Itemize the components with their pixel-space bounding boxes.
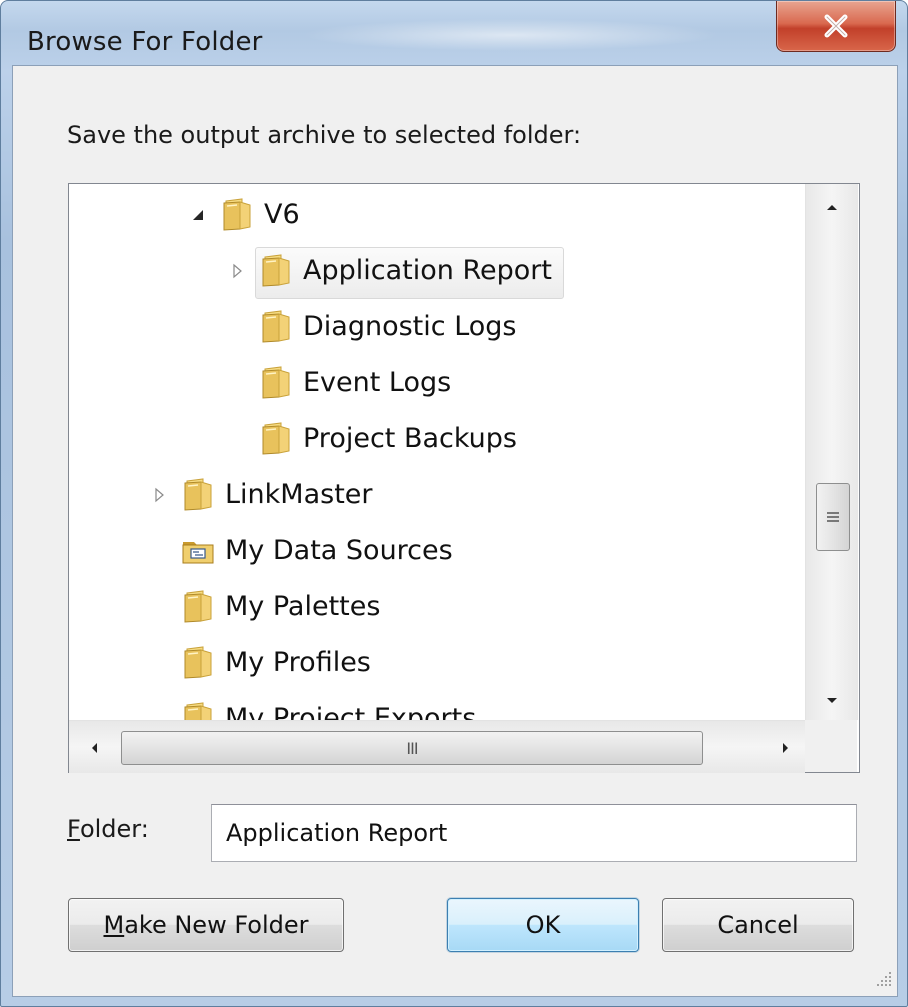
tree-item-label: Project Backups (303, 423, 517, 454)
instruction-text: Save the output archive to selected fold… (67, 121, 582, 149)
folder-icon (181, 589, 215, 623)
folder-tree[interactable]: V6 Application Report Diagnostic Logs Event… (68, 183, 860, 773)
folder-label-accel: F (67, 815, 80, 843)
folder-icon (259, 365, 293, 399)
make-new-folder-accel: M (103, 911, 125, 939)
close-button[interactable] (776, 1, 896, 52)
folder-icon (220, 197, 254, 231)
folder-icon (181, 701, 215, 720)
tree-item-label: V6 (264, 199, 300, 230)
folder-label-rest: older: (79, 815, 149, 843)
folder-tree-viewport: V6 Application Report Diagnostic Logs Event… (69, 184, 805, 720)
close-icon (824, 14, 848, 38)
dialog-body: Save the output archive to selected fold… (12, 65, 898, 997)
scroll-right-arrow-icon[interactable] (781, 740, 791, 756)
tree-item-label: My Project Exports (225, 703, 477, 720)
titlebar-glow (301, 19, 721, 51)
tree-item[interactable]: V6 (69, 187, 805, 243)
tree-item-label: Event Logs (303, 367, 452, 398)
tree-item[interactable]: My Data Sources (69, 523, 805, 579)
cancel-label: Cancel (717, 911, 799, 939)
ok-label: OK (525, 911, 561, 939)
make-new-folder-label: ake New Folder (124, 911, 309, 939)
tree-item[interactable]: Diagnostic Logs (69, 299, 805, 355)
tree-item[interactable]: My Project Exports (69, 691, 805, 720)
tree-item-label: Diagnostic Logs (303, 311, 517, 342)
tree-item-label: My Profiles (225, 647, 371, 678)
make-new-folder-button[interactable]: Make New Folder (68, 898, 344, 952)
horizontal-scrollbar[interactable]: III (69, 720, 805, 773)
browse-for-folder-dialog: Browse For Folder Save the output archiv… (0, 0, 908, 1007)
scrollbar-corner (805, 720, 857, 772)
scroll-down-arrow-icon[interactable] (824, 696, 840, 706)
window-title: Browse For Folder (27, 27, 263, 57)
tree-item-label: My Data Sources (225, 535, 453, 566)
tree-item-label: Application Report (303, 255, 552, 286)
ok-button[interactable]: OK (447, 898, 639, 952)
tree-item[interactable]: Event Logs (69, 355, 805, 411)
tree-item[interactable]: Project Backups (69, 411, 805, 467)
folder-icon (259, 309, 293, 343)
folder-name-input[interactable] (211, 804, 857, 862)
folder-icon (259, 421, 293, 455)
scroll-up-arrow-icon[interactable] (824, 202, 840, 212)
scroll-left-arrow-icon[interactable] (89, 740, 99, 756)
data-sources-folder-icon (181, 533, 215, 567)
folder-icon (181, 477, 215, 511)
cancel-button[interactable]: Cancel (662, 898, 854, 952)
horizontal-scroll-thumb[interactable]: III (121, 731, 703, 765)
tree-item[interactable]: My Palettes (69, 579, 805, 635)
folder-label: Folder: (67, 815, 149, 843)
tree-item-label: LinkMaster (225, 479, 373, 510)
folder-icon (181, 645, 215, 679)
expand-arrow-icon[interactable] (229, 263, 245, 279)
grip-lines-icon (827, 512, 839, 522)
tree-item[interactable]: LinkMaster (69, 467, 805, 523)
collapse-arrow-icon[interactable] (190, 207, 206, 223)
resize-grip-icon[interactable] (873, 968, 895, 990)
tree-item[interactable]: Application Report (69, 243, 805, 299)
folder-icon (259, 253, 293, 287)
tree-item[interactable]: My Profiles (69, 635, 805, 691)
vertical-scroll-thumb[interactable] (816, 483, 850, 551)
vertical-scrollbar[interactable] (805, 184, 858, 720)
grip-lines-icon: III (406, 738, 418, 758)
tree-item-label: My Palettes (225, 591, 381, 622)
expand-arrow-icon[interactable] (151, 487, 167, 503)
